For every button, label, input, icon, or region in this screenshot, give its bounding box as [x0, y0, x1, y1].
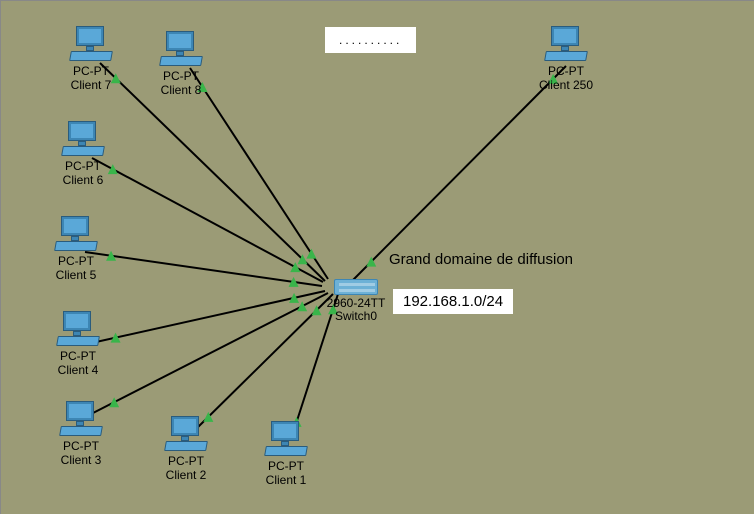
- pc-icon: [160, 31, 202, 67]
- pc-type-label: PC-PT: [146, 69, 216, 83]
- pc-icon: [70, 26, 112, 62]
- subnet-annotation[interactable]: 192.168.1.0/24: [393, 289, 513, 314]
- pc-device-c3[interactable]: PC-PTClient 3: [46, 401, 116, 467]
- pc-icon: [55, 216, 97, 252]
- pc-type-label: PC-PT: [43, 349, 113, 363]
- pc-icon: [60, 401, 102, 437]
- pc-device-c7[interactable]: PC-PTClient 7: [56, 26, 126, 92]
- pc-name-label: Client 7: [56, 78, 126, 92]
- nodes-layer: PC-PTClient 7PC-PTClient 8PC-PTClient 25…: [1, 1, 754, 514]
- pc-icon: [165, 416, 207, 452]
- pc-device-c5[interactable]: PC-PTClient 5: [41, 216, 111, 282]
- pc-device-c2[interactable]: PC-PTClient 2: [151, 416, 221, 482]
- pc-device-c1[interactable]: PC-PTClient 1: [251, 421, 321, 487]
- pc-name-label: Client 6: [48, 173, 118, 187]
- pc-name-label: Client 3: [46, 453, 116, 467]
- pc-name-label: Client 8: [146, 83, 216, 97]
- switch-name-label: Switch0: [321, 310, 391, 323]
- pc-device-c8[interactable]: PC-PTClient 8: [146, 31, 216, 97]
- pc-name-label: Client 1: [251, 473, 321, 487]
- pc-name-label: Client 5: [41, 268, 111, 282]
- pc-type-label: PC-PT: [48, 159, 118, 173]
- pc-icon: [62, 121, 104, 157]
- pc-type-label: PC-PT: [41, 254, 111, 268]
- pc-icon: [57, 311, 99, 347]
- pc-device-c4[interactable]: PC-PTClient 4: [43, 311, 113, 377]
- pc-type-label: PC-PT: [56, 64, 126, 78]
- pc-icon: [265, 421, 307, 457]
- pc-name-label: Client 2: [151, 468, 221, 482]
- pc-name-label: Client 250: [531, 78, 601, 92]
- pc-type-label: PC-PT: [251, 459, 321, 473]
- switch-icon: [334, 279, 378, 295]
- broadcast-domain-label: Grand domaine de diffusion: [389, 251, 573, 268]
- pc-device-c250[interactable]: PC-PTClient 250: [531, 26, 601, 92]
- pc-device-c6[interactable]: PC-PTClient 6: [48, 121, 118, 187]
- ellipsis-annotation[interactable]: ..........: [325, 27, 416, 53]
- pc-name-label: Client 4: [43, 363, 113, 377]
- pc-type-label: PC-PT: [531, 64, 601, 78]
- pc-icon: [545, 26, 587, 62]
- pc-type-label: PC-PT: [46, 439, 116, 453]
- switch-device[interactable]: 2960-24TT Switch0: [321, 279, 391, 323]
- network-diagram-canvas: PC-PTClient 7PC-PTClient 8PC-PTClient 25…: [0, 0, 754, 514]
- pc-type-label: PC-PT: [151, 454, 221, 468]
